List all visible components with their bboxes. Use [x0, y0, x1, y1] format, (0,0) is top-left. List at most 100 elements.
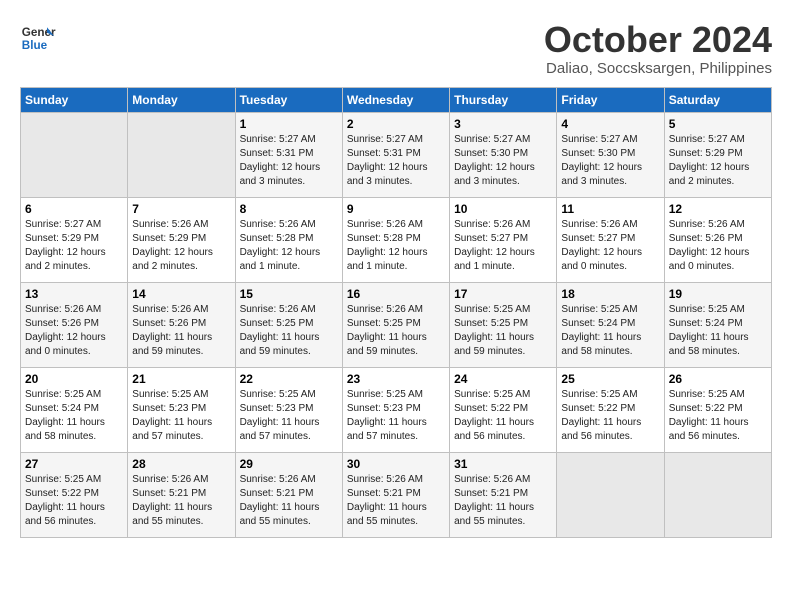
calendar-header-row: SundayMondayTuesdayWednesdayThursdayFrid…	[21, 87, 772, 112]
day-info: Sunrise: 5:27 AM Sunset: 5:30 PM Dayligh…	[561, 133, 659, 189]
calendar-cell: 13 Sunrise: 5:26 AM Sunset: 5:26 PM Dayli…	[21, 282, 128, 367]
calendar-cell: 27 Sunrise: 5:25 AM Sunset: 5:22 PM Dayli…	[21, 452, 128, 537]
calendar-cell: 16 Sunrise: 5:26 AM Sunset: 5:25 PM Dayli…	[342, 282, 449, 367]
day-number: 6	[25, 202, 123, 216]
day-number: 15	[240, 287, 338, 301]
svg-text:Blue: Blue	[22, 39, 48, 52]
day-number: 24	[454, 372, 552, 386]
day-info: Sunrise: 5:26 AM Sunset: 5:26 PM Dayligh…	[132, 303, 230, 359]
day-number: 11	[561, 202, 659, 216]
day-number: 16	[347, 287, 445, 301]
calendar-cell: 5 Sunrise: 5:27 AM Sunset: 5:29 PM Daylig…	[664, 112, 771, 197]
day-number: 2	[347, 117, 445, 131]
day-number: 23	[347, 372, 445, 386]
day-info: Sunrise: 5:25 AM Sunset: 5:22 PM Dayligh…	[454, 388, 552, 444]
day-number: 25	[561, 372, 659, 386]
day-info: Sunrise: 5:25 AM Sunset: 5:22 PM Dayligh…	[25, 473, 123, 529]
day-info: Sunrise: 5:26 AM Sunset: 5:25 PM Dayligh…	[240, 303, 338, 359]
day-number: 12	[669, 202, 767, 216]
day-number: 22	[240, 372, 338, 386]
calendar-cell: 4 Sunrise: 5:27 AM Sunset: 5:30 PM Daylig…	[557, 112, 664, 197]
calendar-cell: 12 Sunrise: 5:26 AM Sunset: 5:26 PM Dayli…	[664, 197, 771, 282]
day-info: Sunrise: 5:26 AM Sunset: 5:21 PM Dayligh…	[240, 473, 338, 529]
day-info: Sunrise: 5:25 AM Sunset: 5:24 PM Dayligh…	[25, 388, 123, 444]
day-info: Sunrise: 5:26 AM Sunset: 5:26 PM Dayligh…	[669, 218, 767, 274]
day-info: Sunrise: 5:26 AM Sunset: 5:29 PM Dayligh…	[132, 218, 230, 274]
day-header-tuesday: Tuesday	[235, 87, 342, 112]
calendar-cell: 21 Sunrise: 5:25 AM Sunset: 5:23 PM Dayli…	[128, 367, 235, 452]
day-number: 3	[454, 117, 552, 131]
calendar-table: SundayMondayTuesdayWednesdayThursdayFrid…	[20, 87, 772, 538]
calendar-cell: 23 Sunrise: 5:25 AM Sunset: 5:23 PM Dayli…	[342, 367, 449, 452]
day-info: Sunrise: 5:27 AM Sunset: 5:29 PM Dayligh…	[25, 218, 123, 274]
calendar-cell: 11 Sunrise: 5:26 AM Sunset: 5:27 PM Dayli…	[557, 197, 664, 282]
calendar-cell	[557, 452, 664, 537]
day-info: Sunrise: 5:27 AM Sunset: 5:31 PM Dayligh…	[240, 133, 338, 189]
calendar-week-3: 13 Sunrise: 5:26 AM Sunset: 5:26 PM Dayli…	[21, 282, 772, 367]
calendar-cell: 14 Sunrise: 5:26 AM Sunset: 5:26 PM Dayli…	[128, 282, 235, 367]
calendar-cell: 15 Sunrise: 5:26 AM Sunset: 5:25 PM Dayli…	[235, 282, 342, 367]
calendar-cell: 1 Sunrise: 5:27 AM Sunset: 5:31 PM Daylig…	[235, 112, 342, 197]
day-info: Sunrise: 5:25 AM Sunset: 5:22 PM Dayligh…	[561, 388, 659, 444]
day-info: Sunrise: 5:26 AM Sunset: 5:27 PM Dayligh…	[454, 218, 552, 274]
day-info: Sunrise: 5:25 AM Sunset: 5:23 PM Dayligh…	[347, 388, 445, 444]
day-number: 7	[132, 202, 230, 216]
day-number: 5	[669, 117, 767, 131]
calendar-cell: 25 Sunrise: 5:25 AM Sunset: 5:22 PM Dayli…	[557, 367, 664, 452]
logo-icon: General Blue	[20, 20, 56, 56]
day-number: 27	[25, 457, 123, 471]
day-info: Sunrise: 5:25 AM Sunset: 5:24 PM Dayligh…	[561, 303, 659, 359]
calendar-cell: 8Sunrise: 5:26 AM Sunset: 5:28 PM Daylig…	[235, 197, 342, 282]
calendar-cell	[128, 112, 235, 197]
calendar-cell: 22Sunrise: 5:25 AM Sunset: 5:23 PM Dayli…	[235, 367, 342, 452]
calendar-cell: 7 Sunrise: 5:26 AM Sunset: 5:29 PM Daylig…	[128, 197, 235, 282]
calendar-cell: 26Sunrise: 5:25 AM Sunset: 5:22 PM Dayli…	[664, 367, 771, 452]
location: Daliao, Soccsksargen, Philippines	[544, 60, 772, 77]
day-number: 9	[347, 202, 445, 216]
day-info: Sunrise: 5:26 AM Sunset: 5:27 PM Dayligh…	[561, 218, 659, 274]
day-number: 1	[240, 117, 338, 131]
calendar-cell: 20 Sunrise: 5:25 AM Sunset: 5:24 PM Dayli…	[21, 367, 128, 452]
day-number: 10	[454, 202, 552, 216]
day-info: Sunrise: 5:27 AM Sunset: 5:30 PM Dayligh…	[454, 133, 552, 189]
day-number: 21	[132, 372, 230, 386]
calendar-cell: 9 Sunrise: 5:26 AM Sunset: 5:28 PM Daylig…	[342, 197, 449, 282]
calendar-week-1: 1 Sunrise: 5:27 AM Sunset: 5:31 PM Daylig…	[21, 112, 772, 197]
page-header: General Blue October 2024 Daliao, Soccsk…	[20, 20, 772, 77]
day-number: 4	[561, 117, 659, 131]
calendar-cell: 28Sunrise: 5:26 AM Sunset: 5:21 PM Dayli…	[128, 452, 235, 537]
day-number: 20	[25, 372, 123, 386]
day-info: Sunrise: 5:26 AM Sunset: 5:26 PM Dayligh…	[25, 303, 123, 359]
day-number: 30	[347, 457, 445, 471]
day-info: Sunrise: 5:27 AM Sunset: 5:29 PM Dayligh…	[669, 133, 767, 189]
day-info: Sunrise: 5:26 AM Sunset: 5:21 PM Dayligh…	[454, 473, 552, 529]
day-info: Sunrise: 5:26 AM Sunset: 5:28 PM Dayligh…	[240, 218, 338, 274]
day-number: 19	[669, 287, 767, 301]
calendar-cell: 2Sunrise: 5:27 AM Sunset: 5:31 PM Daylig…	[342, 112, 449, 197]
title-block: October 2024 Daliao, Soccsksargen, Phili…	[544, 20, 772, 77]
calendar-cell: 24 Sunrise: 5:25 AM Sunset: 5:22 PM Dayli…	[450, 367, 557, 452]
day-header-monday: Monday	[128, 87, 235, 112]
day-info: Sunrise: 5:26 AM Sunset: 5:25 PM Dayligh…	[347, 303, 445, 359]
logo: General Blue	[20, 20, 56, 56]
day-header-thursday: Thursday	[450, 87, 557, 112]
day-info: Sunrise: 5:25 AM Sunset: 5:25 PM Dayligh…	[454, 303, 552, 359]
calendar-cell: 17 Sunrise: 5:25 AM Sunset: 5:25 PM Dayli…	[450, 282, 557, 367]
calendar-cell: 3 Sunrise: 5:27 AM Sunset: 5:30 PM Daylig…	[450, 112, 557, 197]
day-info: Sunrise: 5:25 AM Sunset: 5:22 PM Dayligh…	[669, 388, 767, 444]
day-number: 14	[132, 287, 230, 301]
day-info: Sunrise: 5:26 AM Sunset: 5:21 PM Dayligh…	[132, 473, 230, 529]
calendar-cell: 18Sunrise: 5:25 AM Sunset: 5:24 PM Dayli…	[557, 282, 664, 367]
day-number: 17	[454, 287, 552, 301]
calendar-week-4: 20 Sunrise: 5:25 AM Sunset: 5:24 PM Dayli…	[21, 367, 772, 452]
day-number: 13	[25, 287, 123, 301]
calendar-cell: 19 Sunrise: 5:25 AM Sunset: 5:24 PM Dayli…	[664, 282, 771, 367]
calendar-cell	[664, 452, 771, 537]
day-info: Sunrise: 5:26 AM Sunset: 5:28 PM Dayligh…	[347, 218, 445, 274]
day-header-friday: Friday	[557, 87, 664, 112]
day-number: 31	[454, 457, 552, 471]
day-info: Sunrise: 5:25 AM Sunset: 5:23 PM Dayligh…	[132, 388, 230, 444]
calendar-week-2: 6 Sunrise: 5:27 AM Sunset: 5:29 PM Daylig…	[21, 197, 772, 282]
calendar-week-5: 27 Sunrise: 5:25 AM Sunset: 5:22 PM Dayli…	[21, 452, 772, 537]
day-info: Sunrise: 5:25 AM Sunset: 5:24 PM Dayligh…	[669, 303, 767, 359]
